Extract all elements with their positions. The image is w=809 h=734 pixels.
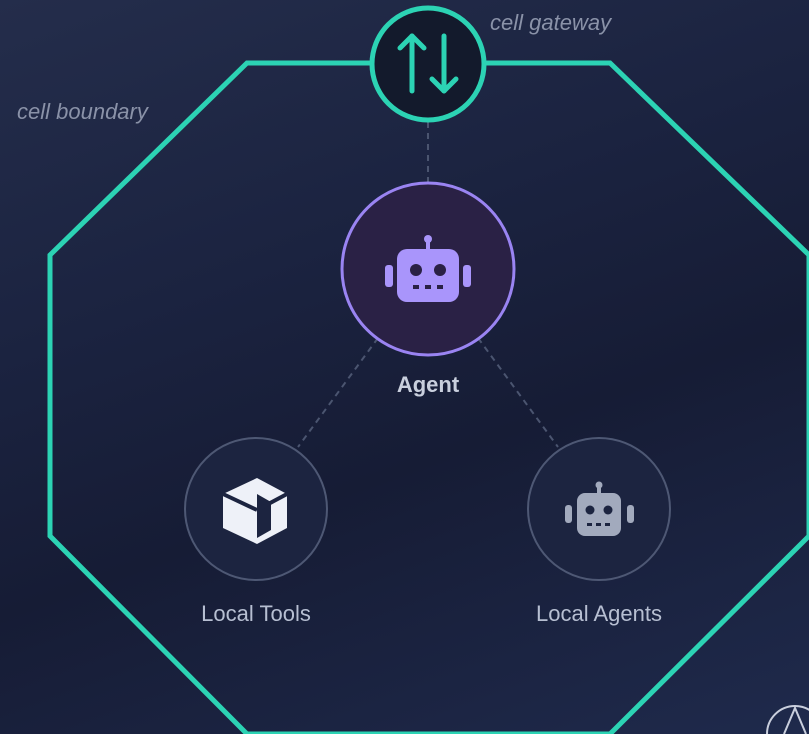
local-agents-label: Local Agents bbox=[536, 601, 662, 626]
cell-gateway-label: cell gateway bbox=[490, 10, 612, 35]
agent-label: Agent bbox=[396, 372, 460, 397]
gateway-node[interactable] bbox=[369, 5, 487, 123]
local-tools-label: Local Tools bbox=[201, 601, 311, 626]
local-tools-node[interactable] bbox=[184, 437, 328, 581]
connector-agent-local-tools bbox=[297, 337, 379, 448]
cell-boundary-label: cell boundary bbox=[17, 99, 148, 124]
connector-agent-local-agents bbox=[477, 337, 559, 448]
local-agents-node[interactable] bbox=[527, 437, 671, 581]
cell-boundary-octagon bbox=[47, 60, 809, 734]
logo-icon bbox=[766, 705, 809, 734]
agent-node[interactable] bbox=[340, 181, 516, 357]
